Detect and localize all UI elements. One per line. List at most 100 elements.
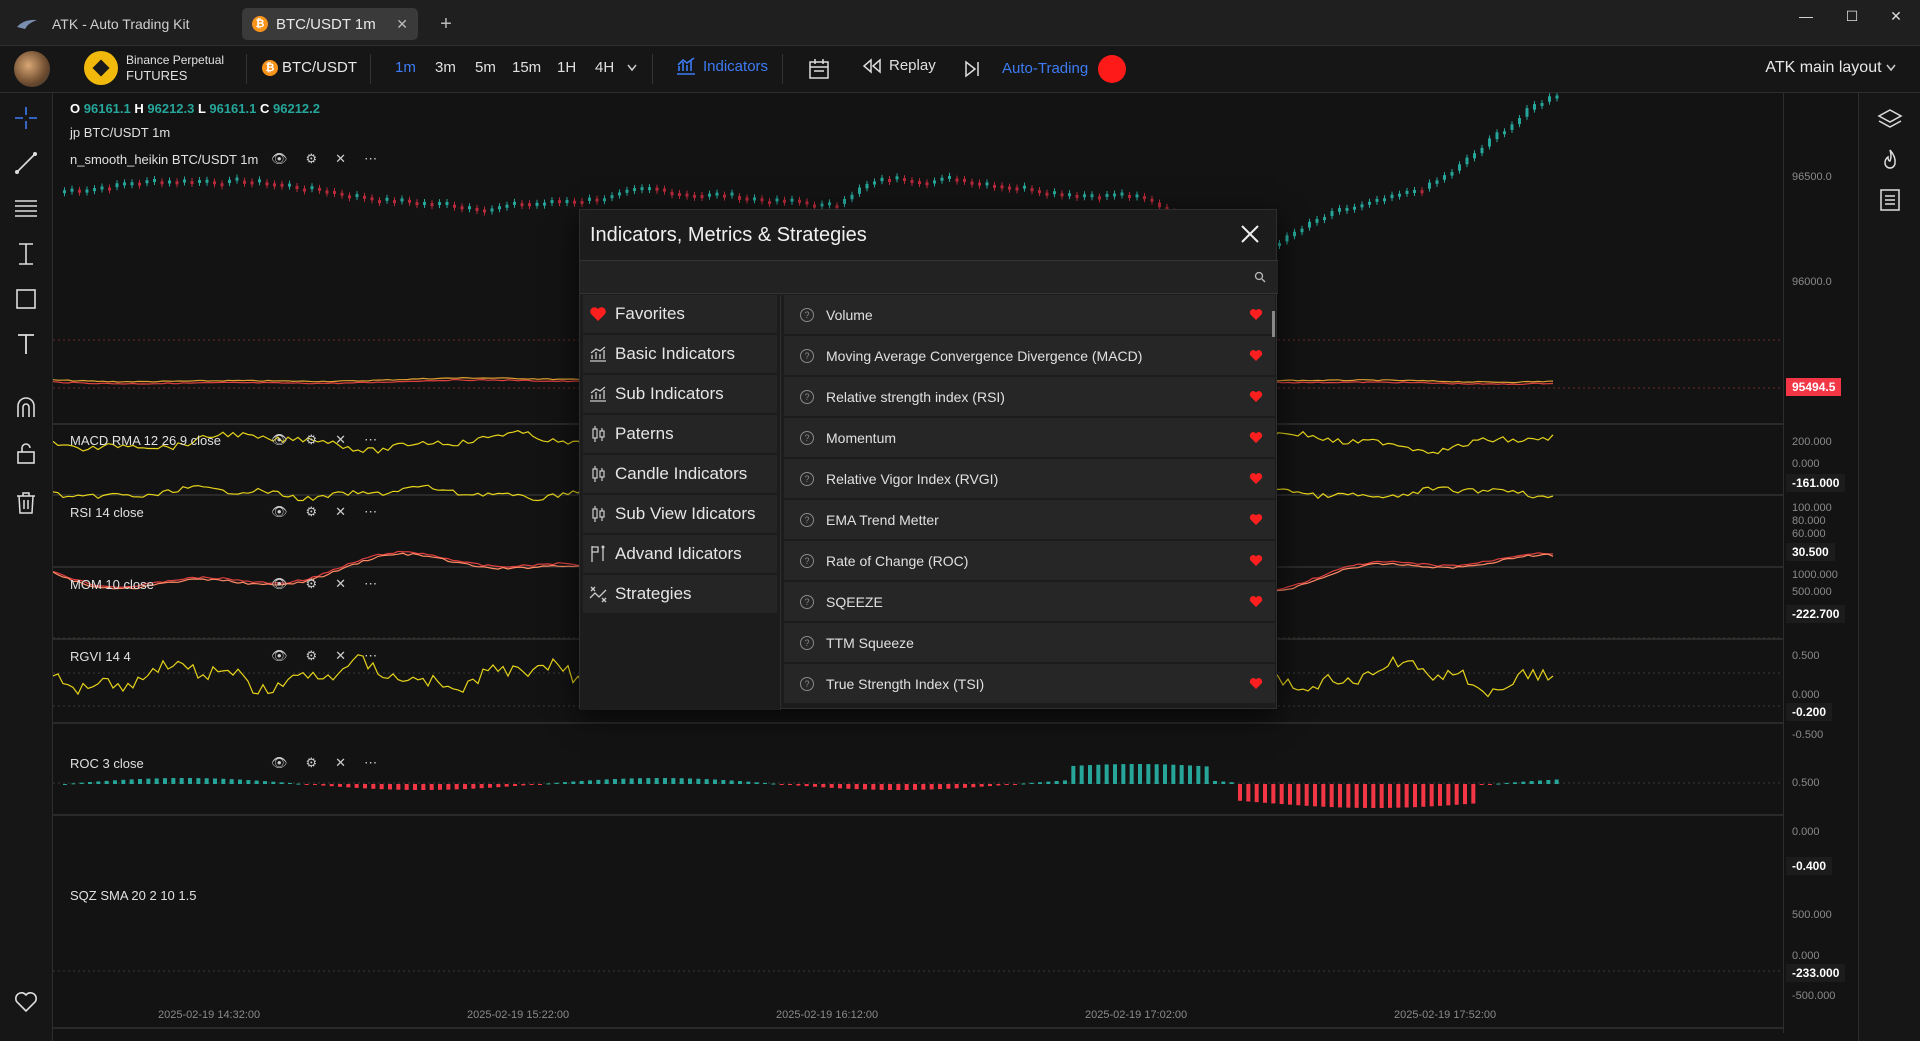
more-icon[interactable]: ⋯ <box>364 648 377 664</box>
visibility-icon[interactable]: 👁 <box>271 504 288 520</box>
minimize-button[interactable]: — <box>1782 4 1830 28</box>
rectangle-icon[interactable] <box>13 286 39 312</box>
favorite-heart-icon[interactable] <box>1249 430 1263 444</box>
measure-icon[interactable] <box>13 241 39 267</box>
maximize-button[interactable]: ☐ <box>1828 4 1876 28</box>
auto-trading-toggle[interactable] <box>1098 55 1126 83</box>
visibility-icon[interactable]: 👁 <box>271 755 288 771</box>
timeframe-3m[interactable]: 3m <box>435 59 456 76</box>
help-icon[interactable]: ? <box>800 676 814 691</box>
remove-icon[interactable]: ✕ <box>335 648 346 664</box>
help-icon[interactable]: ? <box>800 553 814 568</box>
indicator-row[interactable]: ? TTM Squeeze <box>784 623 1275 662</box>
settings-icon[interactable]: ⚙ <box>306 151 318 167</box>
list-icon[interactable] <box>1877 187 1903 213</box>
more-icon[interactable]: ⋯ <box>364 504 377 520</box>
help-icon[interactable]: ? <box>800 635 814 650</box>
settings-icon[interactable]: ⚙ <box>306 432 318 448</box>
scrollbar[interactable] <box>1272 311 1275 337</box>
indicator-row[interactable]: ? Rate of Change (ROC) <box>784 541 1275 580</box>
trend-line-icon[interactable] <box>13 150 39 176</box>
symbol-selector[interactable]: ₿ BTC/USDT <box>262 59 357 76</box>
tab-btc-usdt[interactable]: ₿ BTC/USDT 1m ✕ <box>242 8 418 40</box>
indicator-row[interactable]: ? Moving Average Convergence Divergence (… <box>784 336 1275 375</box>
auto-trading-label[interactable]: Auto-Trading <box>1002 60 1088 77</box>
search-input[interactable] <box>580 261 1278 293</box>
close-icon[interactable] <box>1238 222 1262 246</box>
price-axis[interactable]: 96500.0 96000.0 95494.5 200.000 0.000 -1… <box>1783 93 1858 1033</box>
favorite-heart-icon[interactable] <box>1249 389 1263 403</box>
category-advand-idicators[interactable]: Advand Idicators <box>583 535 777 573</box>
crosshair-icon[interactable] <box>13 105 39 131</box>
category-paterns[interactable]: Paterns <box>583 415 777 453</box>
visibility-icon[interactable]: 👁 <box>271 151 288 167</box>
settings-icon[interactable]: ⚙ <box>306 504 318 520</box>
timeframe-4h[interactable]: 4H <box>595 59 614 76</box>
layout-selector[interactable]: ATK main layout <box>1765 59 1896 77</box>
favorite-heart-icon[interactable] <box>1249 512 1263 526</box>
favorite-heart-icon[interactable] <box>1249 307 1263 321</box>
exchange-selector[interactable]: Binance Perpetual FUTURES <box>84 51 224 85</box>
indicator-row[interactable]: ? Momentum <box>784 418 1275 457</box>
visibility-icon[interactable]: 👁 <box>271 576 288 592</box>
chevron-down-icon[interactable] <box>627 64 637 72</box>
indicator-row[interactable]: ? Relative Vigor Index (RVGI) <box>784 459 1275 498</box>
settings-icon[interactable]: ⚙ <box>306 648 318 664</box>
fire-icon[interactable] <box>1877 147 1903 173</box>
more-icon[interactable]: ⋯ <box>364 151 377 167</box>
timeframe-5m[interactable]: 5m <box>475 59 496 76</box>
help-icon[interactable]: ? <box>800 389 814 404</box>
indicators-button[interactable]: Indicators <box>676 57 768 75</box>
remove-icon[interactable]: ✕ <box>335 755 346 771</box>
remove-icon[interactable]: ✕ <box>335 504 346 520</box>
category-strategies[interactable]: Strategies <box>583 575 777 613</box>
favorite-heart-icon[interactable] <box>1249 348 1263 362</box>
close-window-button[interactable]: ✕ <box>1872 4 1920 28</box>
settings-icon[interactable]: ⚙ <box>306 576 318 592</box>
magnet-icon[interactable] <box>13 395 39 421</box>
help-icon[interactable]: ? <box>800 594 814 609</box>
app-tab[interactable]: ATK - Auto Trading Kit <box>16 8 189 40</box>
timeframe-15m[interactable]: 15m <box>512 59 541 76</box>
help-icon[interactable]: ? <box>800 348 814 363</box>
remove-icon[interactable]: ✕ <box>335 151 346 167</box>
text-icon[interactable] <box>13 331 39 357</box>
category-favorites[interactable]: Favorites <box>583 295 777 333</box>
more-icon[interactable]: ⋯ <box>364 755 377 771</box>
help-icon[interactable]: ? <box>800 512 814 527</box>
replay-button[interactable]: Replay <box>862 57 936 74</box>
category-sub-indicators[interactable]: Sub Indicators <box>583 375 777 413</box>
category-sub-view-idicators[interactable]: Sub View Idicators <box>583 495 777 533</box>
close-tab-icon[interactable]: ✕ <box>396 16 408 33</box>
help-icon[interactable]: ? <box>800 471 814 486</box>
settings-icon[interactable]: ⚙ <box>306 755 318 771</box>
more-icon[interactable]: ⋯ <box>364 576 377 592</box>
visibility-icon[interactable]: 👁 <box>271 648 288 664</box>
new-tab-button[interactable]: + <box>430 8 462 40</box>
help-icon[interactable]: ? <box>800 430 814 445</box>
remove-icon[interactable]: ✕ <box>335 576 346 592</box>
favorite-heart-icon[interactable] <box>1249 471 1263 485</box>
indicator-list[interactable]: ? Volume? Moving Average Convergence Diver… <box>780 295 1278 710</box>
favorite-heart-icon[interactable] <box>1249 553 1263 567</box>
more-icon[interactable]: ⋯ <box>364 432 377 448</box>
indicator-row[interactable]: ? Relative strength index (RSI) <box>784 377 1275 416</box>
indicator-row[interactable]: ? True Strength Index (TSI) <box>784 664 1275 703</box>
calendar-icon[interactable] <box>808 58 830 80</box>
lock-icon[interactable] <box>13 440 39 466</box>
timeframe-1h[interactable]: 1H <box>557 59 576 76</box>
category-candle-indicators[interactable]: Candle Indicators <box>583 455 777 493</box>
timeframe-1m[interactable]: 1m <box>395 59 416 76</box>
indicator-row[interactable]: ? EMA Trend Metter <box>784 500 1275 539</box>
help-icon[interactable]: ? <box>800 307 814 322</box>
remove-icon[interactable]: ✕ <box>335 432 346 448</box>
favorite-heart-icon[interactable] <box>1249 676 1263 690</box>
search-icon[interactable] <box>1254 271 1266 283</box>
visibility-icon[interactable]: 👁 <box>271 432 288 448</box>
category-basic-indicators[interactable]: Basic Indicators <box>583 335 777 373</box>
layers-icon[interactable] <box>1877 107 1903 133</box>
trash-icon[interactable] <box>13 490 39 516</box>
avatar[interactable] <box>14 51 50 87</box>
favorite-heart-icon[interactable] <box>1249 594 1263 608</box>
horizontal-lines-icon[interactable] <box>13 195 39 221</box>
